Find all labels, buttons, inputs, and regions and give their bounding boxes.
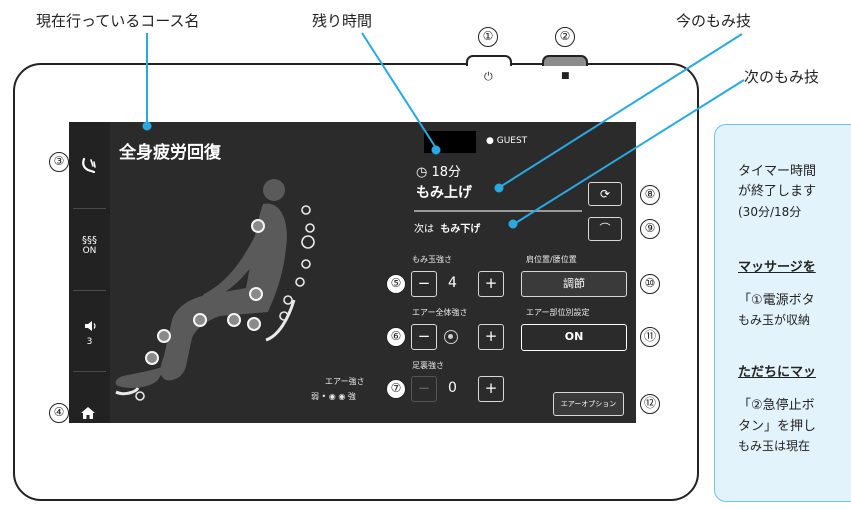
marker-4: ④: [49, 403, 69, 423]
panel-heading-1: マッサージを: [738, 260, 816, 275]
marker-8: ⑧: [640, 185, 660, 205]
marker-9: ⑨: [640, 219, 660, 239]
panel-line-7: タン」を押し: [738, 419, 817, 434]
marker-10: ⑩: [640, 274, 660, 294]
panel-line-1: タイマー時間: [738, 164, 817, 179]
panel-line-8: もみ玉は現在: [738, 439, 811, 453]
panel-line-4: 「①電源ボタ: [738, 293, 815, 308]
panel-line-5: もみ玉が収納: [738, 313, 811, 327]
marker-11: ⑪: [640, 327, 660, 347]
marker-3: ③: [49, 152, 69, 172]
panel-line-3: (30分/18分: [738, 205, 802, 219]
marker-12: ⑫: [640, 394, 660, 414]
panel-line-2: が終了します: [738, 184, 817, 199]
marker-5: ⑤: [386, 274, 406, 294]
panel-heading-2: ただちにマッ: [738, 365, 817, 380]
marker-7: ⑦: [386, 379, 406, 399]
marker-6: ⑥: [386, 327, 406, 347]
panel-line-6: 「②急停止ボ: [738, 398, 815, 413]
